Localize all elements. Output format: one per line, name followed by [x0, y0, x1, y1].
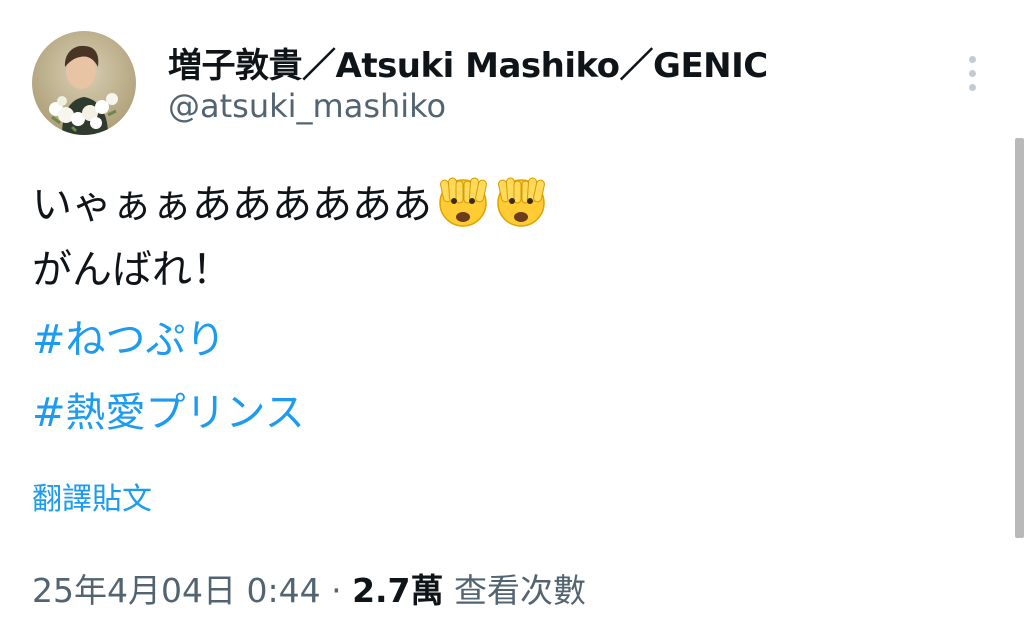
more-vertical-icon: [969, 70, 976, 77]
tweet-meta: 25年4月04日 0:44 · 2.7萬 查看次數: [32, 564, 586, 612]
face-with-peeking-eye-icon: [439, 177, 487, 227]
scrollbar[interactable]: [1015, 138, 1024, 538]
user-handle[interactable]: @atsuki_mashiko: [168, 87, 446, 125]
tweet-text-line: いゃぁぁああああああ: [32, 174, 548, 228]
profile-photo-icon: [32, 31, 136, 135]
more-vertical-icon: [969, 84, 976, 91]
views-count[interactable]: 2.7萬: [352, 571, 443, 610]
hashtag-link[interactable]: #熱愛プリンス: [32, 393, 305, 433]
more-options-button[interactable]: [954, 52, 990, 94]
translate-post-link[interactable]: 翻譯貼文: [32, 474, 152, 518]
tweet-text-line: がんばれ！: [32, 247, 232, 293]
display-name[interactable]: 増子敦貴／Atsuki Mashiko／GENIC: [168, 38, 768, 87]
more-vertical-icon: [969, 56, 976, 63]
face-with-peeking-eye-icon: [497, 177, 545, 227]
timestamp[interactable]: 25年4月04日 0:44: [32, 571, 321, 610]
views-label: 查看次數: [443, 571, 587, 610]
tweet-text: いゃぁぁああああああ: [32, 182, 432, 228]
tweet-detail: 増子敦貴／Atsuki Mashiko／GENIC @atsuki_mashik…: [0, 0, 1024, 632]
meta-separator: ·: [320, 571, 353, 610]
avatar[interactable]: [32, 31, 136, 135]
hashtag-link[interactable]: #ねつぷり: [32, 320, 226, 360]
